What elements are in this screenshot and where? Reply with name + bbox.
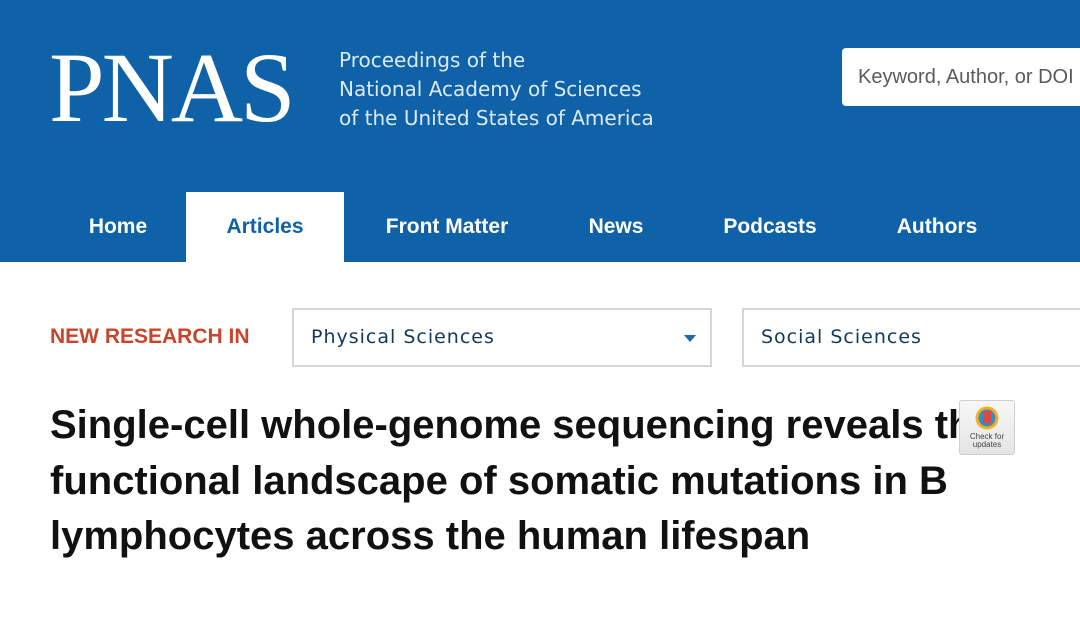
tagline-line-2: National Academy of Sciences [339, 77, 642, 101]
caret-down-icon [684, 335, 696, 342]
site-tagline: Proceedings of the National Academy of S… [339, 46, 654, 133]
tab-news[interactable]: News [566, 192, 666, 262]
tab-articles[interactable]: Articles [186, 192, 344, 262]
new-research-label: NEW RESEARCH IN [50, 325, 250, 348]
search-input[interactable]: Keyword, Author, or DOI [842, 48, 1080, 106]
tab-home[interactable]: Home [62, 192, 174, 262]
tagline-line-1: Proceedings of the [339, 48, 526, 72]
tagline-line-3: of the United States of America [339, 106, 654, 130]
main-nav: Home Articles Front Matter News Podcasts… [0, 192, 1080, 262]
check-for-updates-text-2: updates [972, 440, 1002, 449]
social-sciences-select-value: Social Sciences [761, 326, 922, 348]
pnas-logo[interactable]: PNAS [49, 38, 296, 138]
tab-front-matter[interactable]: Front Matter [362, 192, 532, 262]
social-sciences-select[interactable]: Social Sciences [742, 308, 1080, 367]
tab-podcasts[interactable]: Podcasts [700, 192, 840, 262]
check-for-updates-badge[interactable]: Check for updates [959, 400, 1015, 455]
physical-sciences-select[interactable]: Physical Sciences [292, 308, 712, 367]
site-header: PNAS Proceedings of the National Academy… [0, 0, 1080, 262]
physical-sciences-select-value: Physical Sciences [311, 326, 495, 348]
article-title: Single-cell whole-genome sequencing reve… [50, 403, 995, 558]
tab-authors[interactable]: Authors [872, 192, 1002, 262]
check-for-updates-icon [975, 406, 999, 430]
